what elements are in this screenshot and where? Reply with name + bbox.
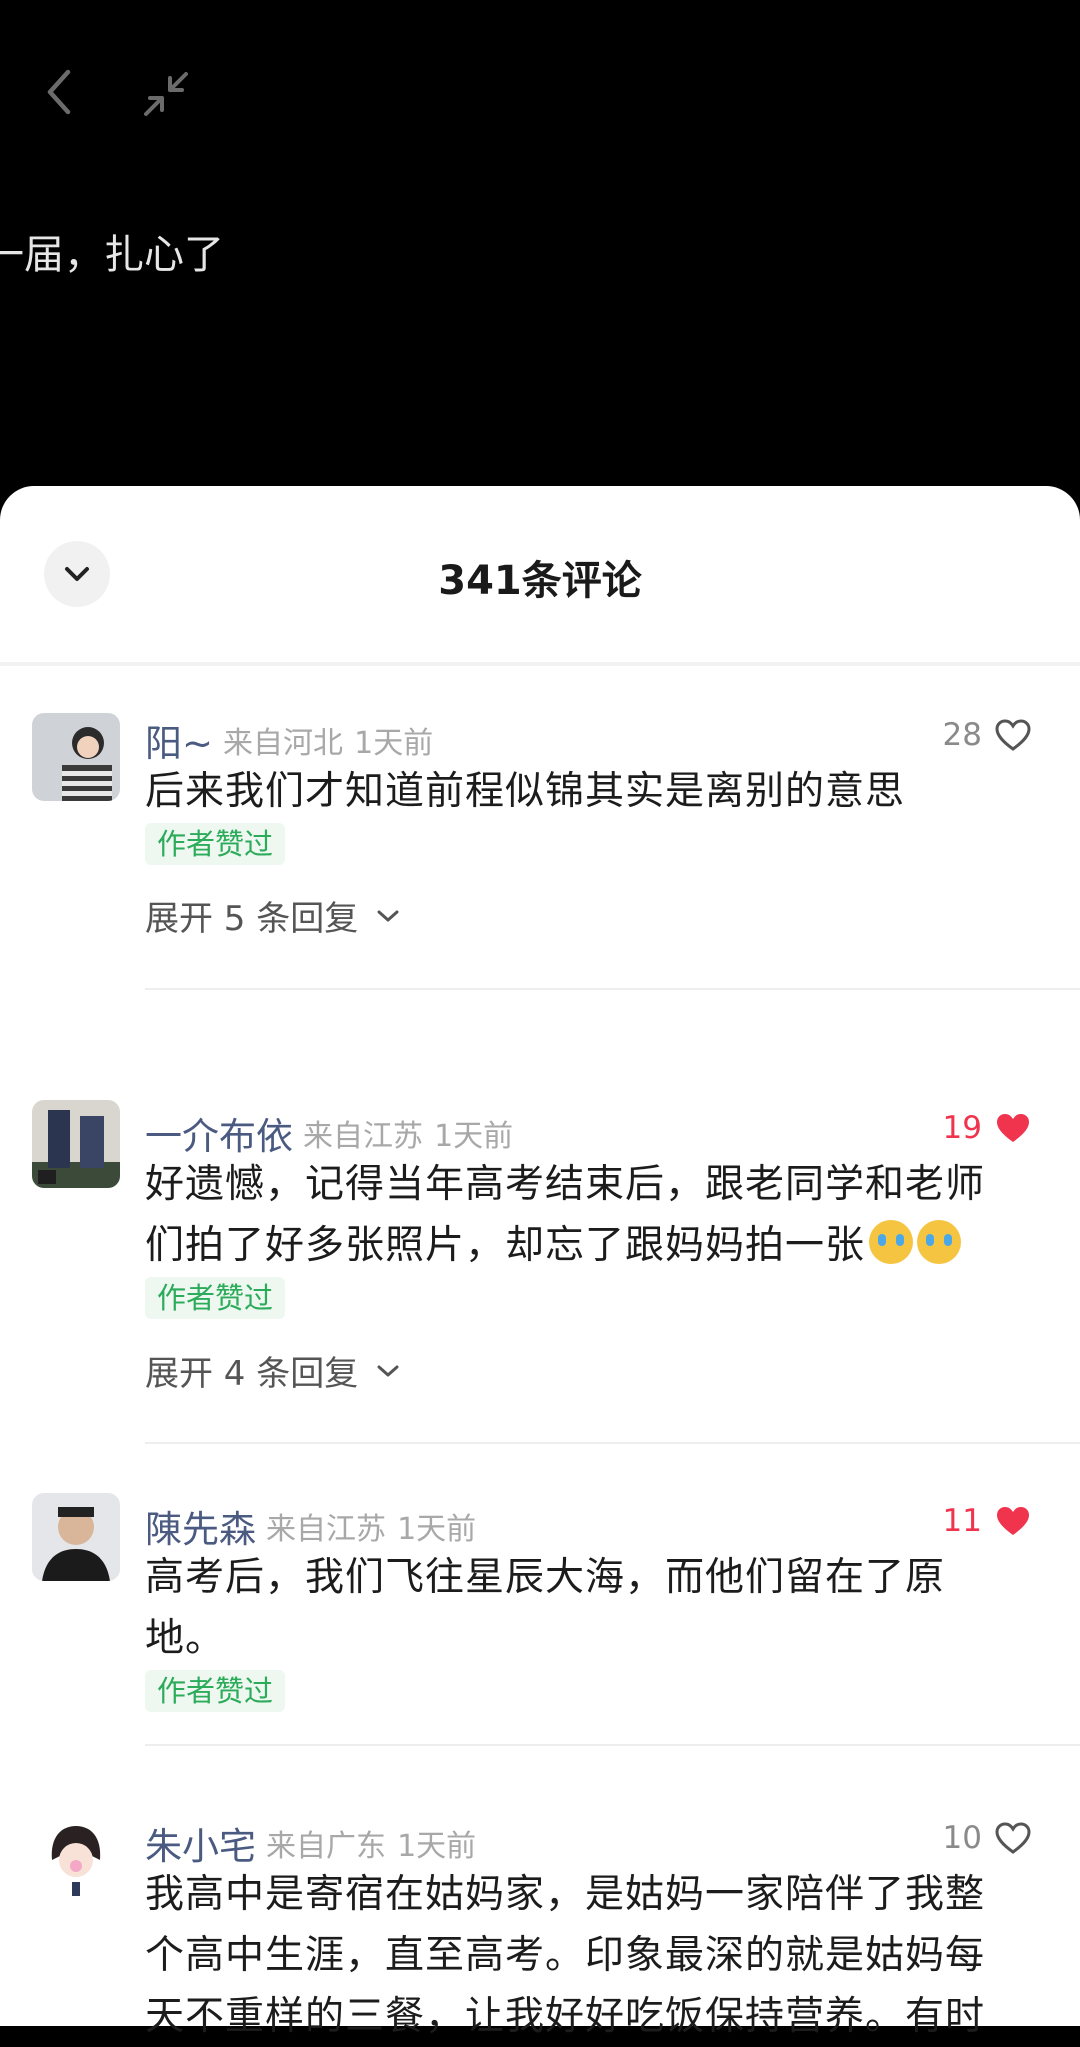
- avatar[interactable]: [32, 1100, 120, 1188]
- comment-line: 后来我们才知道前程似锦其实是离别的意思: [145, 769, 906, 814]
- location: 来自河北: [223, 726, 344, 761]
- location: 来自江苏: [303, 1119, 423, 1154]
- username[interactable]: 一介布依: [145, 1115, 293, 1158]
- username[interactable]: 朱小宅: [145, 1825, 256, 1868]
- comment-item: 一介布依 来自江苏 1天前 19 好遗憾，记得当年高考结束后，跟老同学和老师 们拍…: [0, 1100, 1080, 1444]
- timestamp: 1天前: [397, 1829, 477, 1864]
- comment-meta-row: 朱小宅 来自广东 1天前: [145, 1816, 476, 1868]
- avatar-image: [32, 713, 120, 801]
- comment-meta-row: 阳~ 来自河北 1天前: [145, 713, 433, 765]
- avatar[interactable]: [32, 1816, 120, 1904]
- comment-item: 阳~ 来自河北 1天前 28 后来我们才知道前程似锦其实是离别的意思 作者赞过 展…: [0, 713, 1080, 1033]
- comment-divider: [145, 1744, 1080, 1746]
- chevron-down-icon: [377, 910, 399, 921]
- comment-text: 高考后，我们飞往星辰大海，而他们留在了原 地。: [145, 1547, 1045, 1669]
- comment-line: 天不重样的三餐，让我好好吃饭保持营养。有时: [145, 1994, 986, 2039]
- comment-line: 高考后，我们飞往星辰大海，而他们留在了原: [145, 1555, 946, 1600]
- author-liked-badge: 作者赞过: [145, 1670, 286, 1712]
- timestamp: 1天前: [397, 1512, 477, 1547]
- comment-text: 好遗憾，记得当年高考结束后，跟老同学和老师 们拍了好多张照片，却忘了跟妈妈拍一张: [145, 1154, 1045, 1276]
- crying-face-emoji: [869, 1220, 914, 1264]
- expand-replies-button[interactable]: 展开 5 条回复: [145, 891, 400, 940]
- collapse-button[interactable]: [138, 66, 194, 122]
- expand-replies-button[interactable]: 展开 4 条回复: [145, 1346, 400, 1395]
- avatar-image: [32, 1100, 120, 1188]
- like-button[interactable]: 10: [943, 1816, 1032, 1860]
- comment-count-title: 341条评论: [438, 558, 642, 604]
- comment-meta-row: 陳先森 来自江苏 1天前: [145, 1499, 476, 1551]
- author-liked-badge: 作者赞过: [145, 1277, 286, 1319]
- location: 来自江苏: [266, 1512, 386, 1547]
- header-divider: [0, 662, 1080, 666]
- comment-line: 个高中生涯，直至高考。印象最深的就是姑妈每: [145, 1933, 986, 1978]
- comment-divider: [145, 1442, 1080, 1444]
- expand-replies-label: 展开 4 条回复: [145, 1354, 359, 1394]
- author-liked-badge: 作者赞过: [145, 823, 286, 865]
- heart-filled-icon: [997, 1507, 1029, 1535]
- collapse-arrows-icon: [144, 72, 188, 116]
- heart-outline-icon: [995, 719, 1031, 751]
- comment-line: 们拍了好多张照片，却忘了跟妈妈拍一张: [145, 1223, 866, 1268]
- timestamp: 1天前: [354, 726, 434, 761]
- username[interactable]: 陳先森: [145, 1508, 256, 1551]
- avatar[interactable]: [32, 713, 120, 801]
- like-button[interactable]: 28: [943, 713, 1032, 757]
- comment-item: 陳先森 来自江苏 1天前 11 高考后，我们飞往星辰大海，而他们留在了原 地。 作…: [0, 1493, 1080, 1799]
- comment-item: 朱小宅 来自广东 1天前 10 我高中是寄宿在姑妈家，是姑妈一家陪伴了我整 个高中…: [0, 1816, 1080, 2039]
- like-count: 19: [942, 1110, 982, 1146]
- like-count: 28: [942, 717, 982, 753]
- location: 来自广东: [266, 1829, 386, 1864]
- heart-filled-icon: [997, 1114, 1029, 1142]
- comment-divider: [145, 988, 1080, 990]
- comment-text: 后来我们才知道前程似锦其实是离别的意思: [145, 761, 1045, 822]
- like-count: 10: [942, 1820, 982, 1856]
- back-button[interactable]: [38, 66, 82, 118]
- comment-meta-row: 一介布依 来自江苏 1天前: [145, 1106, 513, 1158]
- like-button[interactable]: 11: [943, 1499, 1032, 1543]
- timestamp: 1天前: [434, 1119, 514, 1154]
- comments-sheet: 341条评论 阳~ 来自河北 1天前 28 后来我们才知道前程似锦其实是离别的意…: [0, 486, 1080, 2039]
- avatar[interactable]: [32, 1493, 120, 1581]
- comment-text: 我高中是寄宿在姑妈家，是姑妈一家陪伴了我整 个高中生涯，直至高考。印象最深的就是…: [145, 1864, 1045, 2047]
- comments-header: 341条评论: [0, 486, 1080, 666]
- like-button[interactable]: 19: [943, 1106, 1032, 1150]
- chevron-down-icon: [377, 1365, 399, 1376]
- heart-outline-icon: [995, 1822, 1031, 1854]
- crying-face-emoji: [917, 1220, 962, 1264]
- comment-line: 地。: [145, 1616, 226, 1661]
- video-background: 一届，扎心了: [0, 0, 1080, 500]
- avatar-image: [32, 1816, 120, 1904]
- comment-line-with-emoji: 们拍了好多张照片，却忘了跟妈妈拍一张: [145, 1215, 1045, 1276]
- chevron-left-icon: [47, 69, 71, 115]
- comment-line: 好遗憾，记得当年高考结束后，跟老同学和老师: [145, 1162, 986, 1207]
- video-caption: 一届，扎心了: [0, 232, 224, 278]
- avatar-image: [32, 1493, 120, 1581]
- like-count: 11: [942, 1503, 982, 1539]
- comment-line: 我高中是寄宿在姑妈家，是姑妈一家陪伴了我整: [145, 1872, 986, 1917]
- username[interactable]: 阳~: [145, 722, 213, 765]
- expand-replies-label: 展开 5 条回复: [145, 899, 359, 939]
